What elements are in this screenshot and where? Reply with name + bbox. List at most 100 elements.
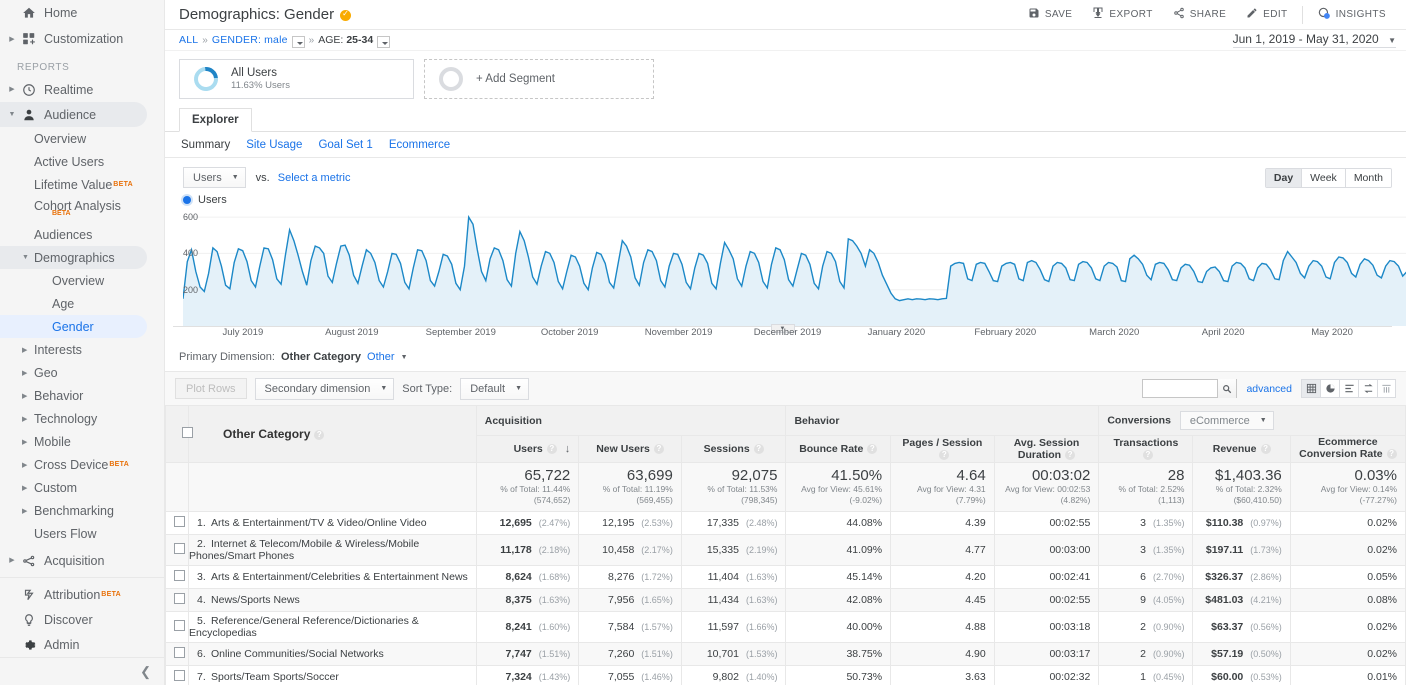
- table-row[interactable]: 1. Arts & Entertainment/TV & Video/Online…: [165, 510, 1406, 535]
- sidebar-item-customization[interactable]: ▶ Customization: [0, 26, 164, 52]
- row-dimension-name[interactable]: Arts & Entertainment/Celebrities & Enter…: [211, 571, 468, 583]
- help-icon[interactable]: ?: [1386, 449, 1397, 459]
- primary-dimension-other[interactable]: Other: [367, 351, 395, 363]
- sidebar-item-home[interactable]: Home: [0, 0, 164, 26]
- breadcrumb-age-dropdown[interactable]: [377, 36, 391, 48]
- help-icon[interactable]: ?: [653, 444, 664, 454]
- granularity-month[interactable]: Month: [1345, 168, 1391, 187]
- sidebar-item-audiences[interactable]: Audiences: [0, 223, 164, 246]
- help-icon[interactable]: ?: [753, 444, 764, 454]
- table-row[interactable]: 5. Reference/General Reference/Dictionari…: [165, 610, 1406, 643]
- row-checkbox[interactable]: [174, 592, 185, 604]
- help-icon[interactable]: ?: [546, 444, 557, 454]
- table-row[interactable]: 4. News/Sports News 8,375 (1.63%) 7,956 (1.65…: [165, 587, 1406, 612]
- secondary-dimension-select[interactable]: Secondary dimension ▼: [254, 377, 395, 400]
- sidebar-item-technology[interactable]: ▶ Technology: [0, 407, 164, 430]
- segment-all-users[interactable]: All Users 11.63% Users: [179, 59, 414, 99]
- granularity-week[interactable]: Week: [1302, 168, 1346, 187]
- metric-select[interactable]: Users ▼: [183, 167, 246, 188]
- advanced-link[interactable]: advanced: [1246, 383, 1292, 395]
- column-header-revenue[interactable]: Revenue?: [1192, 435, 1291, 463]
- row-dimension-name[interactable]: Arts & Entertainment/TV & Video/Online V…: [211, 517, 427, 529]
- sidebar-item-custom[interactable]: ▶ Custom: [0, 476, 164, 499]
- row-checkbox[interactable]: [174, 515, 185, 527]
- column-header-bounce-rate[interactable]: Bounce Rate?: [785, 435, 892, 463]
- sidebar-item-demographics-age[interactable]: Age: [0, 292, 164, 315]
- row-dimension-name[interactable]: News/Sports News: [211, 594, 300, 606]
- tab-goal-set-1[interactable]: Goal Set 1: [318, 139, 372, 151]
- select-a-metric-link[interactable]: Select a metric: [278, 172, 351, 184]
- granularity-day[interactable]: Day: [1265, 168, 1303, 187]
- sidebar-item-cross-device[interactable]: ▶ Cross Device BETA: [0, 453, 164, 476]
- pivot-view-icon[interactable]: [1377, 379, 1396, 398]
- row-checkbox[interactable]: [174, 569, 185, 581]
- sidebar-item-behavior[interactable]: ▶ Behavior: [0, 384, 164, 407]
- search-input[interactable]: [1143, 380, 1218, 397]
- help-icon[interactable]: ?: [314, 430, 325, 440]
- conversions-select[interactable]: eCommerce ▼: [1179, 411, 1274, 430]
- column-header-pages-session[interactable]: Pages / Session?: [890, 435, 995, 463]
- sidebar-item-users-flow[interactable]: Users Flow: [0, 522, 164, 545]
- column-header-avg-session-duration[interactable]: Avg. Session Duration?: [993, 435, 1100, 463]
- breadcrumb-gender-prefix[interactable]: GENDER:: [212, 34, 261, 46]
- pie-view-icon[interactable]: [1320, 379, 1339, 398]
- help-icon[interactable]: ?: [867, 444, 878, 454]
- plot-rows-button[interactable]: Plot Rows: [175, 378, 247, 399]
- add-segment-button[interactable]: + Add Segment: [424, 59, 654, 99]
- export-button[interactable]: EXPORT: [1082, 0, 1162, 30]
- sidebar-item-lifetime-value[interactable]: Lifetime Value BETA: [0, 173, 164, 196]
- table-view-icon[interactable]: [1301, 379, 1320, 398]
- row-dimension-name[interactable]: Internet & Telecom/Mobile & Wireless/Mob…: [189, 538, 419, 562]
- table-row[interactable]: 6. Online Communities/Social Networks 7,74…: [165, 641, 1406, 666]
- column-header-transactions[interactable]: Transactions?: [1098, 435, 1194, 463]
- search-box[interactable]: [1142, 379, 1238, 398]
- sidebar-item-active-users[interactable]: Active Users: [0, 150, 164, 173]
- breadcrumb-all[interactable]: ALL: [179, 34, 198, 46]
- sidebar-item-mobile[interactable]: ▶ Mobile: [0, 430, 164, 453]
- edit-button[interactable]: EDIT: [1236, 0, 1297, 30]
- sidebar-item-demographics-overview[interactable]: Overview: [0, 269, 164, 292]
- tab-explorer[interactable]: Explorer: [179, 108, 252, 132]
- row-checkbox[interactable]: [174, 669, 185, 681]
- sort-type-select[interactable]: Default ▼: [460, 377, 529, 400]
- sidebar-item-audience[interactable]: ▼ Audience: [0, 102, 147, 127]
- row-dimension-name[interactable]: Reference/General Reference/Dictionaries…: [189, 615, 419, 639]
- column-header-new-users[interactable]: New Users?: [578, 435, 682, 463]
- sidebar-item-acquisition[interactable]: ▶ Acquisition: [0, 548, 164, 573]
- table-row[interactable]: 7. Sports/Team Sports/Soccer 7,324 (1.43%) 7…: [165, 664, 1406, 685]
- tab-summary[interactable]: Summary: [181, 139, 230, 151]
- table-row[interactable]: 3. Arts & Entertainment/Celebrities & Ent…: [165, 564, 1406, 589]
- row-checkbox[interactable]: [174, 646, 185, 658]
- column-header-ecommerce-conversion-rate[interactable]: Ecommerce Conversion Rate?: [1289, 435, 1406, 463]
- sidebar-item-realtime[interactable]: ▶ Realtime: [0, 77, 164, 102]
- sidebar-item-discover[interactable]: Discover: [0, 607, 164, 632]
- save-button[interactable]: SAVE: [1018, 0, 1083, 30]
- sidebar-item-demographics-gender[interactable]: Gender: [0, 315, 147, 338]
- help-icon[interactable]: ?: [1142, 450, 1153, 460]
- select-all-checkbox[interactable]: [182, 427, 193, 438]
- primary-dimension-value[interactable]: Other Category: [281, 351, 361, 363]
- help-icon[interactable]: ?: [939, 450, 950, 460]
- tab-ecommerce[interactable]: Ecommerce: [389, 139, 450, 151]
- sidebar-item-benchmarking[interactable]: ▶ Benchmarking: [0, 499, 164, 522]
- row-checkbox[interactable]: [174, 619, 185, 631]
- bar-view-icon[interactable]: [1339, 379, 1358, 398]
- sidebar-item-admin[interactable]: Admin: [0, 632, 164, 657]
- sidebar-item-geo[interactable]: ▶ Geo: [0, 361, 164, 384]
- tab-site-usage[interactable]: Site Usage: [246, 139, 302, 151]
- share-button[interactable]: SHARE: [1163, 0, 1236, 30]
- date-range-selector[interactable]: Jun 1, 2019 - May 31, 2020 ▼: [1232, 32, 1396, 48]
- row-dimension-name[interactable]: Sports/Team Sports/Soccer: [211, 671, 339, 683]
- column-header-users[interactable]: Users? ↓: [475, 435, 580, 463]
- row-dimension-name[interactable]: Online Communities/Social Networks: [211, 648, 384, 660]
- sidebar-item-attribution[interactable]: Attribution BETA: [0, 582, 164, 607]
- search-icon[interactable]: [1217, 379, 1237, 398]
- sidebar-item-interests[interactable]: ▶ Interests: [0, 338, 164, 361]
- sidebar-item-demographics[interactable]: ▼ Demographics: [0, 246, 147, 269]
- sidebar-item-overview[interactable]: Overview: [0, 127, 164, 150]
- breadcrumb-gender-value[interactable]: male: [264, 34, 288, 46]
- dimension-header-label[interactable]: Other Category: [223, 427, 310, 441]
- sidebar-item-cohort-analysis[interactable]: Cohort Analysis BETA: [0, 196, 164, 218]
- row-checkbox[interactable]: [174, 542, 185, 554]
- sidebar-collapse-button[interactable]: ❮: [0, 657, 164, 685]
